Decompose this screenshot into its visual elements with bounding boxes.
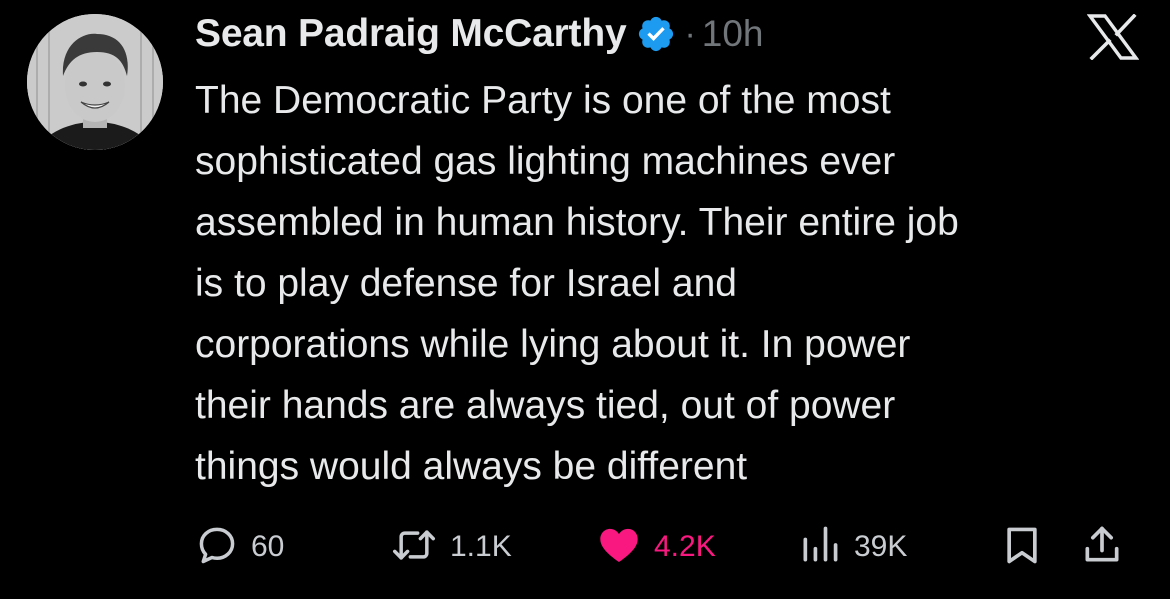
repost-icon	[390, 523, 438, 572]
separator-dot: ·	[684, 14, 696, 53]
tweet-header: Sean Padraig McCarthy · 10h	[195, 6, 764, 62]
verified-badge-icon	[636, 14, 676, 54]
tweet-text-line: their hands are always tied, out of powe…	[195, 384, 896, 427]
repost-button[interactable]: 1.1K	[390, 520, 512, 574]
tweet-text-line: assembled in human history. Their entire…	[195, 201, 959, 244]
heart-icon	[596, 523, 642, 572]
bookmark-icon	[1000, 523, 1044, 572]
tweet-text-line: is to play defense for Israel and	[195, 262, 737, 305]
avatar[interactable]	[27, 14, 163, 150]
tweet: Sean Padraig McCarthy · 10h The Democrat…	[0, 0, 1170, 599]
reply-count: 60	[251, 530, 285, 563]
views-count: 39K	[854, 530, 908, 563]
timestamp[interactable]: 10h	[702, 13, 764, 55]
share-button[interactable]	[1080, 520, 1124, 574]
repost-count: 1.1K	[450, 530, 512, 563]
reply-icon	[195, 523, 239, 572]
reply-button[interactable]: 60	[195, 520, 284, 574]
tweet-text-line: things would always be different	[195, 445, 748, 488]
like-count: 4.2K	[654, 530, 716, 563]
tweet-text-line: The Democratic Party is one of the most	[195, 79, 891, 122]
tweet-text: The Democratic Party is one of the most …	[195, 70, 1150, 497]
x-logo-icon	[1086, 13, 1140, 61]
action-bar: 60 1.1K 4.2K 39K	[0, 520, 1170, 574]
like-button[interactable]: 4.2K	[596, 520, 716, 574]
tweet-text-line: sophisticated gas lighting machines ever	[195, 140, 896, 183]
avatar-photo	[27, 14, 163, 150]
bookmark-button[interactable]	[1000, 520, 1044, 574]
views-button[interactable]: 39K	[798, 520, 907, 574]
views-icon	[798, 523, 842, 572]
share-icon	[1080, 523, 1124, 572]
author-name[interactable]: Sean Padraig McCarthy	[195, 12, 627, 56]
tweet-text-line: corporations while lying about it. In po…	[195, 323, 911, 366]
